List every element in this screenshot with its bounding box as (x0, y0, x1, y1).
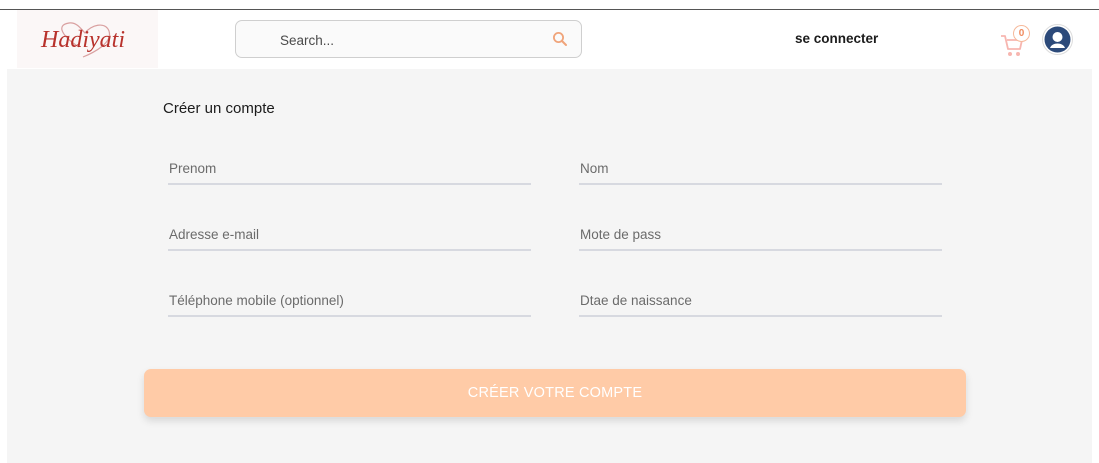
create-account-button[interactable]: CRÉER VOTRE COMPTE (144, 369, 966, 417)
search-icon[interactable] (552, 31, 568, 52)
birth-date-input[interactable] (579, 285, 942, 317)
cart-count-badge: 0 (1013, 25, 1030, 42)
user-icon (1044, 26, 1071, 53)
signup-panel: Créer un compte CRÉER VOTRE COMPTE (7, 69, 1092, 463)
form-title: Créer un compte (163, 100, 275, 117)
logo-text: Hadiyati (40, 27, 125, 53)
last-name-input[interactable] (579, 153, 942, 185)
login-link[interactable]: se connecter (795, 31, 878, 46)
email-input[interactable] (168, 219, 531, 251)
last-name-field (579, 153, 942, 185)
first-name-input[interactable] (168, 153, 531, 185)
logo-mark: Hadiyati (40, 22, 125, 58)
first-name-field (168, 153, 531, 185)
email-field (168, 219, 531, 251)
logo[interactable]: Hadiyati (17, 10, 158, 68)
password-input[interactable] (579, 219, 942, 251)
search-box (235, 20, 582, 58)
birth-date-field (579, 285, 942, 317)
phone-field (168, 285, 531, 317)
phone-input[interactable] (168, 285, 531, 317)
search-input[interactable] (278, 28, 532, 52)
avatar[interactable] (1042, 24, 1073, 55)
cart-button[interactable]: 0 (999, 22, 1035, 62)
password-field (579, 219, 942, 251)
site-header: Hadiyati se connecter 0 (0, 10, 1099, 69)
